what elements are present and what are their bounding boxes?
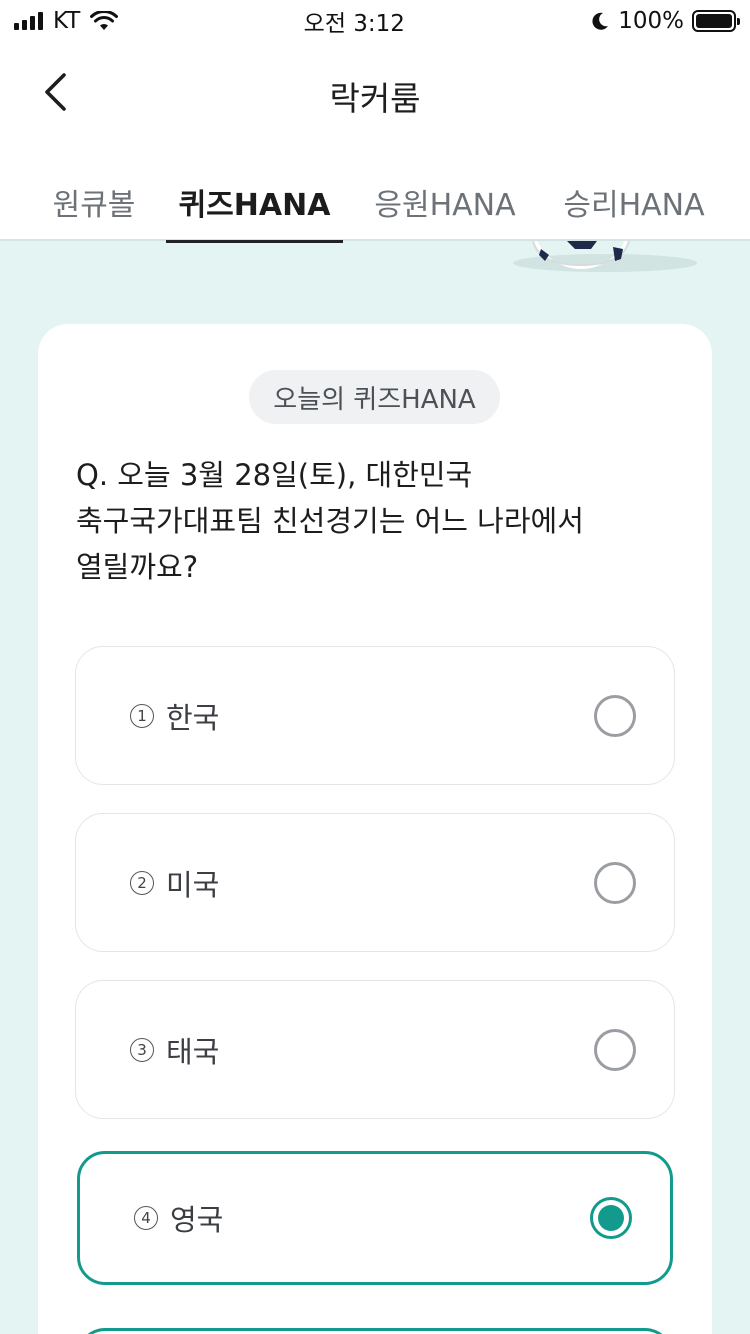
option-label: 태국 [166,1034,220,1069]
nav-header: 락커룸 [0,42,750,146]
circled-number: 1 [130,703,154,728]
battery-percent: 100% [618,8,684,34]
tab-bar: 원큐볼 퀴즈HANA 응원HANA 승리HANA [0,146,750,243]
option-text: 3 태국 [130,1029,219,1071]
answer-option-2[interactable]: 2 미국 [75,813,675,952]
screen: KT 오전 3:12 100% 락커룸 원큐볼 퀴즈HANA 응원HANA 승리… [0,0,750,1334]
radio-button[interactable] [594,1028,636,1071]
circled-number: 3 [130,1037,154,1062]
option-label: 미국 [166,867,220,902]
tab-onequeue-ball[interactable]: 원큐볼 [40,146,148,241]
circled-number: 2 [130,870,154,895]
tab-quiz-hana[interactable]: 퀴즈HANA [166,146,343,243]
question-line: 축구국가대표팀 친선경기는 어느 나라에서 [76,504,584,538]
status-bar: KT 오전 3:12 100% [0,0,750,42]
tab-victory-hana[interactable]: 승리HANA [553,146,715,241]
option-text: 1 한국 [130,695,219,737]
quiz-question: Q. 오늘 3월 28일(토), 대한민국 축구국가대표팀 친선경기는 어느 나… [76,452,676,590]
quiz-badge: 오늘의 퀴즈HANA [249,370,500,424]
wifi-icon [90,11,119,30]
page-title: 락커룸 [329,79,421,118]
carrier-label: KT [53,8,81,34]
option-label: 영국 [170,1203,224,1237]
radio-button[interactable] [594,694,636,737]
submit-button-peek[interactable] [77,1328,673,1334]
answer-option-4[interactable]: 4 영국 [77,1151,673,1285]
battery-icon [692,10,740,32]
quiz-card: 오늘의 퀴즈HANA Q. 오늘 3월 28일(토), 대한민국 축구국가대표팀… [38,324,712,1334]
answer-option-1[interactable]: 1 한국 [75,646,675,785]
option-label: 한국 [166,700,220,735]
option-text: 4 영국 [134,1197,223,1239]
status-time: 오전 3:12 [303,11,405,37]
radio-dot [598,1205,624,1231]
radio-button[interactable] [594,861,636,904]
question-line: Q. 오늘 3월 28일(토), 대한민국 [76,458,473,492]
moon-icon [592,12,609,30]
status-right: 100% [590,8,740,34]
option-text: 2 미국 [130,862,219,904]
battery-fill [696,14,732,28]
soccer-ball-image [505,241,705,275]
radio-button-selected[interactable] [590,1197,632,1239]
tab-cheer-hana[interactable]: 응원HANA [364,146,526,241]
question-line: 열릴까요? [76,550,199,584]
circled-number: 4 [134,1206,158,1230]
cellular-signal-icon [14,12,43,30]
answer-option-3[interactable]: 3 태국 [75,980,675,1119]
status-left: KT [14,8,119,34]
